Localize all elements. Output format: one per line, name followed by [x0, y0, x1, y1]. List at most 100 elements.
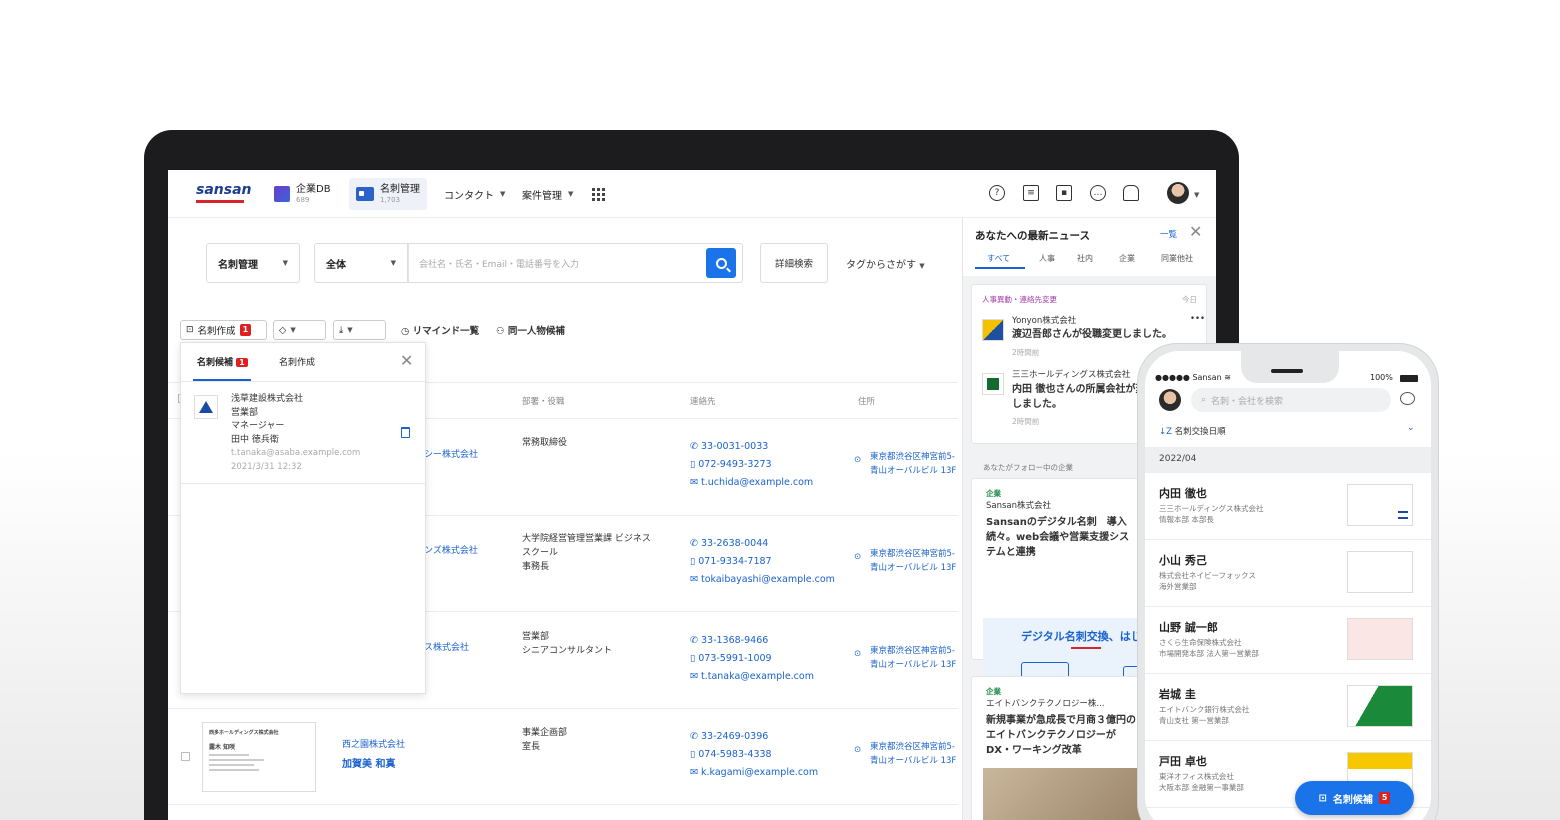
mobile-link[interactable]: ▯ 072-9493-3273 [690, 456, 813, 474]
range-select-value: 全体 [326, 259, 346, 271]
advanced-search-button[interactable]: 詳細検索 [760, 243, 828, 283]
apps-grid-button[interactable] [592, 178, 605, 210]
list-icon[interactable]: ≡ [1023, 185, 1039, 201]
caret-down-icon[interactable]: ▼ [1194, 191, 1199, 199]
list-item[interactable]: 山野 誠一郎 さくら生命保険株式会社 市場開発本部 法人第一営業部 [1145, 607, 1431, 674]
news-tab-company[interactable]: 企業 [1119, 253, 1135, 264]
news-tag: 企業 [986, 489, 1001, 498]
list-item[interactable]: 内田 徹也 三三ホールディングス株式会社 情報本部 本部長 [1145, 473, 1431, 540]
position-cell: 営業部 シニアコンサルタント [522, 632, 613, 656]
company-link[interactable]: ス株式会社 [424, 641, 469, 655]
same-person-link[interactable]: ⚇ 同一人物候補 [496, 323, 565, 337]
card-company-text: 西多ホールディングス株式会社 [209, 730, 279, 736]
email-link[interactable]: ✉ k.kagami@example.com [690, 764, 818, 782]
person-name-link[interactable]: 加賀美 和真 [342, 758, 395, 772]
company-logo [982, 319, 1004, 341]
company-link[interactable]: シー株式会社 [424, 448, 478, 462]
help-icon[interactable]: ? [989, 185, 1005, 201]
mobile-icon: ▯ [690, 653, 699, 664]
tag-button[interactable]: ◇ ▼ [273, 320, 326, 340]
search-input[interactable]: 会社名・氏名・Email・電話番号を入力 [408, 243, 743, 283]
bell-icon[interactable] [1123, 185, 1139, 201]
close-icon[interactable]: ✕ [1189, 222, 1202, 241]
status-carrier: ●●●●● Sansan ≋ [1155, 373, 1231, 382]
tel-link[interactable]: ✆ 33-1368-9466 [690, 632, 814, 650]
mobile-link[interactable]: ▯ 073-5991-1009 [690, 650, 814, 668]
row-checkbox[interactable] [181, 752, 190, 761]
business-card-thumbnail[interactable]: 西多ホールディングス株式会社 露木 知咲 [202, 722, 316, 792]
nav-card-management[interactable]: 名刺管理 1,703 [349, 178, 427, 210]
more-icon[interactable]: ••• [1190, 313, 1205, 326]
nav-contact[interactable]: コンタクト ▼ [444, 178, 505, 210]
news-tab-all[interactable]: すべて [987, 253, 1010, 264]
tab-card-create[interactable]: 名刺作成 [279, 355, 315, 368]
nav-company-db[interactable]: 企業DB 689 [274, 178, 331, 210]
tel-text: 33-0031-0033 [700, 441, 769, 452]
news-tab-internal[interactable]: 社内 [1077, 253, 1093, 264]
tel-link[interactable]: ✆ 33-0031-0033 [690, 438, 813, 456]
search-button[interactable] [706, 248, 736, 278]
list-item[interactable]: 小山 秀己 株式会社ネイビーフォックス 海外営業部 [1145, 540, 1431, 607]
trash-icon[interactable] [401, 427, 410, 438]
position-cell: 大学院経営管理営業課 ビジネス スクール 事務長 [522, 534, 651, 572]
close-icon[interactable]: ✕ [400, 351, 413, 370]
chat-icon[interactable] [1400, 392, 1415, 405]
phone-icon: ✆ [690, 538, 701, 549]
nav-label: 案件管理 [522, 190, 562, 202]
card-candidates-fab[interactable]: ⊡ 名刺候補 5 [1295, 781, 1414, 815]
range-select[interactable]: 全体 ▼ [314, 243, 408, 283]
contact-company: エイトバンク銀行株式会社 [1159, 705, 1250, 714]
remind-list-link[interactable]: ◷ リマインド一覧 [401, 323, 479, 337]
phone-search-input[interactable]: ⌕ 名刺・会社を検索 [1191, 388, 1391, 412]
list-item[interactable]: 岩城 圭 エイトバンク銀行株式会社 青山支社 第一営業部 [1145, 674, 1431, 741]
nav-deal-management[interactable]: 案件管理 ▼ [522, 178, 573, 210]
fab-badge: 5 [1378, 792, 1391, 804]
sort-selector[interactable]: ↓Z 名刺交換日順 [1159, 425, 1226, 437]
tag-search-dropdown[interactable]: タグからさがす ▼ [846, 256, 925, 271]
chat-icon[interactable]: … [1090, 185, 1106, 201]
mobile-icon: ▯ [690, 459, 699, 470]
same-person-label: 同一人物候補 [507, 326, 565, 337]
news-title: あなたへの最新ニュース [975, 230, 1090, 242]
tab-card-candidates[interactable]: 名刺候補 1 [197, 355, 248, 369]
create-card-button[interactable]: ⊡ 名刺作成 1 [180, 320, 267, 340]
contact-name: 小山 秀己 [1159, 554, 1207, 567]
news-list-link[interactable]: 一覧 [1160, 228, 1177, 240]
email-link[interactable]: ✉ t.tanaka@example.com [690, 668, 814, 686]
tel-text: 33-2638-0044 [700, 538, 769, 549]
news-tag: 企業 [986, 687, 1001, 696]
mobile-link[interactable]: ▯ 074-5983-4338 [690, 746, 818, 764]
sort-label: 名刺交換日順 [1174, 427, 1226, 437]
address-cell[interactable]: ⊙ 東京都渋谷区神宮前5- 青山オーバルビル 13F [854, 740, 956, 768]
chevron-down-icon[interactable]: ⌄ [1407, 423, 1415, 433]
phone-speaker [1271, 369, 1303, 373]
card-candidate-popup: 名刺候補 1 名刺作成 ✕ 浅草建設株式会社 営業部 マネージャー 田中 徳兵衛… [180, 342, 427, 694]
user-avatar[interactable] [1167, 182, 1189, 204]
email-link[interactable]: ✉ tokaibayashi@example.com [690, 571, 835, 589]
company-link[interactable]: ンズ株式会社 [424, 544, 478, 558]
sansan-logo[interactable]: sansan [196, 182, 252, 198]
tel-link[interactable]: ✆ 33-2638-0044 [690, 535, 835, 553]
email-link[interactable]: ✉ t.uchida@example.com [690, 474, 813, 492]
phone-icon: ✆ [690, 635, 701, 646]
mobile-text: 074-5983-4338 [698, 749, 772, 760]
address-cell[interactable]: ⊙ 東京都渋谷区神宮前5- 青山オーバルビル 13F [854, 450, 956, 478]
tel-link[interactable]: ✆ 33-2469-0396 [690, 728, 818, 746]
address-cell[interactable]: ⊙ 東京都渋谷区神宮前5- 青山オーバルビル 13F [854, 644, 956, 672]
company-link[interactable]: 西之園株式会社 [342, 738, 405, 752]
news-tab-hr[interactable]: 人事 [1039, 253, 1055, 264]
user-avatar[interactable] [1159, 389, 1181, 411]
company-logo [194, 395, 218, 419]
id-card-icon[interactable]: ▪ [1056, 185, 1072, 201]
divider [181, 483, 427, 484]
news-tab-competitors[interactable]: 同業他社 [1161, 253, 1193, 264]
address-cell[interactable]: ⊙ 東京都渋谷区神宮前5- 青山オーバルビル 13F [854, 547, 956, 575]
card-thumbnail [1347, 618, 1413, 660]
candidate-card[interactable]: 浅草建設株式会社 営業部 マネージャー 田中 徳兵衛 t.tanaka@asab… [231, 393, 360, 474]
scope-select[interactable]: 名刺管理 ▼ [206, 243, 300, 283]
carrier-text: Sansan [1192, 373, 1222, 382]
contact-cell: ✆ 33-1368-9466 ▯ 073-5991-1009 ✉ t.tanak… [690, 632, 814, 686]
download-button[interactable]: ⤓ ▼ [333, 320, 386, 340]
mobile-link[interactable]: ▯ 071-9334-7187 [690, 553, 835, 571]
card-name-text: 露木 知咲 [209, 744, 236, 751]
